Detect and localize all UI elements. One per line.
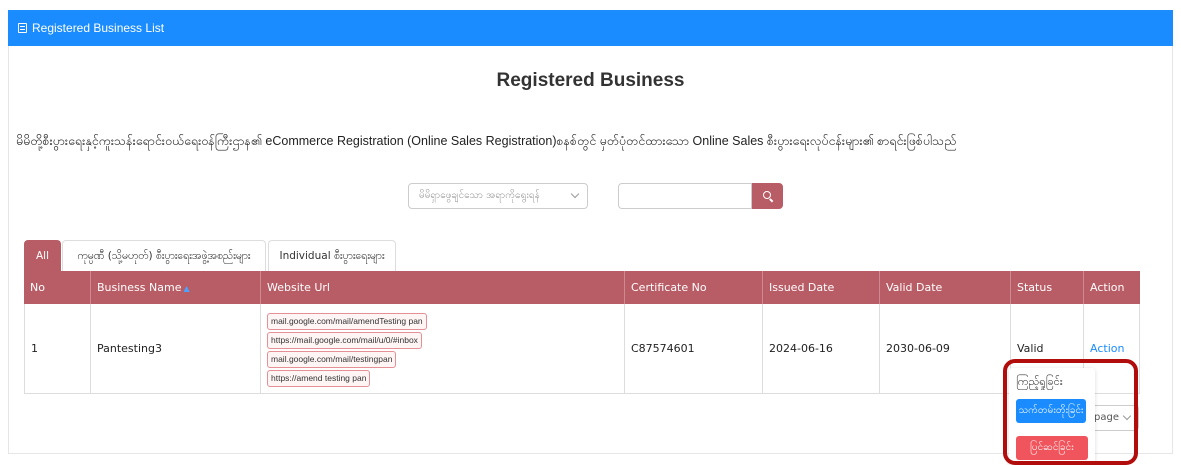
column-website-url: Website Url (261, 271, 625, 304)
sort-asc-icon: ▲ (183, 284, 190, 293)
view-menu-item[interactable]: ကြည့်ရှုခြင်း (1016, 375, 1063, 391)
chevron-down-icon (1122, 411, 1132, 421)
column-issued-date: Issued Date (763, 271, 880, 304)
tab-companies[interactable]: ကုမ္ပဏီ (သို့မဟုတ်) စီးပွားရေးအဖွဲ့အစည်း… (62, 240, 266, 271)
column-business-name[interactable]: Business Name ▲ (91, 271, 261, 304)
cell-issued-date: 2024-06-16 (763, 304, 880, 393)
column-status: Status (1011, 271, 1084, 304)
page-description: မိမိတို့စီးပွားရေးနှင့်ကူးသန်းရောင်းဝယ်ရ… (16, 134, 957, 148)
url-tag: https://mail.google.com/mail/u/0/#inbox (267, 332, 422, 349)
filter-select-placeholder: မိမိရှာဖွေချင်သော အရာကိုရွေးရန် (419, 190, 540, 201)
column-action: Action (1090, 281, 1125, 294)
tab-individual[interactable]: Individual စီးပွားရေးများ (268, 240, 396, 271)
cell-certificate-no: C87574601 (625, 304, 763, 393)
url-tag: mail.google.com/mail/testingpan (267, 351, 397, 368)
column-no: No (24, 271, 91, 304)
column-business-name-label: Business Name (97, 281, 182, 294)
cell-no: 1 (25, 304, 91, 393)
edit-button[interactable]: ပြင်ဆင်ခြင်း (1016, 436, 1088, 460)
table-row: 1 Pantesting3 mail.google.com/mail/amend… (24, 304, 1140, 394)
search-icon (763, 191, 771, 199)
column-certificate-no: Certificate No (625, 271, 763, 304)
column-valid-date: Valid Date (880, 271, 1011, 304)
list-icon (18, 23, 27, 33)
search-button[interactable] (752, 183, 783, 209)
action-dropdown-menu: ကြည့်ရှုခြင်း သက်တမ်းတိုးခြင်း ပြင်ဆင်ခြ… (1009, 368, 1095, 465)
search-input[interactable] (618, 183, 752, 209)
header-bar: Registered Business List (8, 10, 1173, 46)
url-tag: mail.google.com/mail/amendTesting pan (267, 313, 427, 330)
per-page-label: page (1094, 412, 1119, 423)
table-header: No Business Name ▲ Website Url Certificat… (24, 271, 1140, 304)
cell-valid-date: 2030-06-09 (880, 304, 1011, 393)
url-tag: https://amend testing pan (267, 370, 371, 387)
header-title: Registered Business List (32, 21, 165, 35)
cell-business-name: Pantesting3 (91, 304, 261, 393)
cell-website-urls: mail.google.com/mail/amendTesting pan ht… (261, 304, 625, 393)
renew-button[interactable]: သက်တမ်းတိုးခြင်း (1016, 399, 1086, 423)
tab-all[interactable]: All (24, 240, 61, 271)
action-link[interactable]: Action (1090, 342, 1124, 355)
filter-select[interactable]: မိမိရှာဖွေချင်သော အရာကိုရွေးရန် (408, 183, 588, 209)
page-title: Registered Business (496, 70, 685, 91)
chevron-down-icon (570, 189, 580, 199)
